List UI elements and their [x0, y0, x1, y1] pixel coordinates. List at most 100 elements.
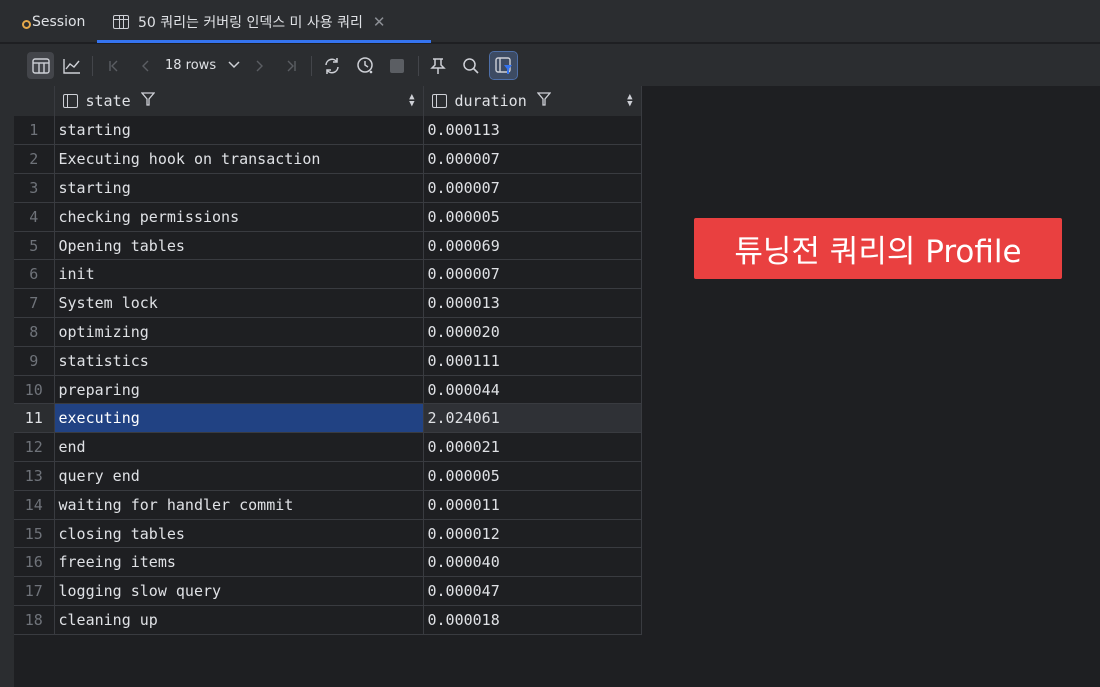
cell-state[interactable]: Opening tables [54, 231, 424, 261]
table-row[interactable]: 11 executing 2.024061 [14, 403, 642, 434]
table-row[interactable]: 8 optimizing 0.000020 [14, 317, 642, 347]
table-row[interactable]: 10 preparing 0.000044 [14, 375, 642, 405]
table-view-button[interactable] [27, 52, 54, 79]
first-page-button[interactable] [100, 52, 127, 79]
row-number[interactable]: 9 [14, 346, 55, 376]
cell-duration[interactable]: 0.000007 [423, 144, 642, 175]
cell-state[interactable]: logging slow query [54, 576, 424, 607]
row-number[interactable]: 11 [14, 403, 55, 434]
cell-duration[interactable]: 0.000005 [423, 461, 642, 491]
cell-duration[interactable]: 0.000011 [423, 490, 642, 520]
row-number[interactable]: 2 [14, 144, 55, 175]
last-page-button[interactable] [277, 52, 304, 79]
sort-icon[interactable]: ▲ ▼ [627, 93, 632, 109]
cell-duration[interactable]: 0.000013 [423, 288, 642, 319]
cell-duration[interactable]: 0.000040 [423, 547, 642, 578]
cell-state[interactable]: statistics [54, 346, 424, 376]
table-row[interactable]: 4 checking permissions 0.000005 [14, 202, 642, 232]
row-number[interactable]: 3 [14, 173, 55, 203]
cell-duration[interactable]: 0.000069 [423, 231, 642, 261]
pin-tab-button[interactable] [424, 52, 451, 79]
cell-duration[interactable]: 0.000020 [423, 317, 642, 347]
column-header-state[interactable]: state ▲ ▼ [54, 86, 424, 116]
row-number[interactable]: 4 [14, 202, 55, 232]
close-icon[interactable]: ✕ [373, 13, 386, 31]
cell-state[interactable]: starting [54, 116, 424, 146]
cell-state[interactable]: end [54, 432, 424, 463]
cell-duration[interactable]: 0.000021 [423, 432, 642, 463]
previous-page-button[interactable] [132, 52, 159, 79]
row-number[interactable]: 15 [14, 519, 55, 549]
result-table[interactable]: state ▲ ▼ duration ▲ ▼ 1 starting 0.0001… [14, 86, 642, 635]
tab-query-result[interactable]: 50 쿼리는 커버링 인덱스 미 사용 쿼리 ✕ [97, 0, 431, 43]
row-number[interactable]: 12 [14, 432, 55, 463]
row-number[interactable]: 5 [14, 231, 55, 261]
cell-state[interactable]: starting [54, 173, 424, 203]
cell-state[interactable]: Executing hook on transaction [54, 144, 424, 175]
history-button[interactable] [352, 52, 379, 79]
cell-state[interactable]: waiting for handler commit [54, 490, 424, 520]
filter-icon[interactable] [536, 92, 552, 110]
cell-duration[interactable]: 2.024061 [423, 403, 642, 434]
sort-icon[interactable]: ▲ ▼ [409, 93, 414, 109]
table-row[interactable]: 16 freeing items 0.000040 [14, 547, 642, 578]
table-row[interactable]: 1 starting 0.000113 [14, 116, 642, 146]
tab-session[interactable]: Session [22, 0, 85, 43]
stop-icon [389, 58, 404, 73]
cell-duration[interactable]: 0.000111 [423, 346, 642, 376]
filter-icon[interactable] [140, 92, 156, 110]
line-chart-icon [62, 58, 80, 74]
row-number[interactable]: 7 [14, 288, 55, 319]
cell-state[interactable]: freeing items [54, 547, 424, 578]
table-row[interactable]: 2 Executing hook on transaction 0.000007 [14, 144, 642, 175]
table-row[interactable]: 3 starting 0.000007 [14, 173, 642, 203]
cell-duration[interactable]: 0.000018 [423, 605, 642, 635]
row-number[interactable]: 13 [14, 461, 55, 491]
row-number[interactable]: 18 [14, 605, 55, 635]
table-row[interactable]: 12 end 0.000021 [14, 432, 642, 463]
search-button[interactable] [457, 52, 484, 79]
cell-duration[interactable]: 0.000007 [423, 173, 642, 203]
cell-duration[interactable]: 0.000012 [423, 519, 642, 549]
cell-state[interactable]: System lock [54, 288, 424, 319]
search-icon [462, 57, 479, 74]
cell-state[interactable]: optimizing [54, 317, 424, 347]
row-number[interactable]: 17 [14, 576, 55, 607]
cell-duration[interactable]: 0.000007 [423, 259, 642, 290]
table-row[interactable]: 15 closing tables 0.000012 [14, 519, 642, 549]
table-row[interactable]: 13 query end 0.000005 [14, 461, 642, 491]
row-number[interactable]: 14 [14, 490, 55, 520]
row-number[interactable]: 1 [14, 116, 55, 146]
column-icon [431, 94, 447, 108]
cell-duration[interactable]: 0.000047 [423, 576, 642, 607]
stop-button[interactable] [383, 52, 410, 79]
table-row[interactable]: 5 Opening tables 0.000069 [14, 231, 642, 261]
next-page-button[interactable] [245, 52, 272, 79]
table-row[interactable]: 18 cleaning up 0.000018 [14, 605, 642, 635]
cell-state[interactable]: cleaning up [54, 605, 424, 635]
row-number[interactable]: 10 [14, 375, 55, 405]
cell-state[interactable]: preparing [54, 375, 424, 405]
table-row[interactable]: 6 init 0.000007 [14, 259, 642, 290]
filter-panel-button[interactable] [489, 51, 518, 80]
row-number[interactable]: 16 [14, 547, 55, 578]
cell-duration[interactable]: 0.000044 [423, 375, 642, 405]
refresh-button[interactable] [318, 52, 345, 79]
cell-state[interactable]: query end [54, 461, 424, 491]
cell-state[interactable]: closing tables [54, 519, 424, 549]
cell-state[interactable]: executing [54, 403, 424, 434]
cell-duration[interactable]: 0.000113 [423, 116, 642, 146]
row-number[interactable]: 6 [14, 259, 55, 290]
table-row[interactable]: 9 statistics 0.000111 [14, 346, 642, 376]
table-row[interactable]: 7 System lock 0.000013 [14, 288, 642, 319]
cell-state[interactable]: init [54, 259, 424, 290]
cell-duration[interactable]: 0.000005 [423, 202, 642, 232]
table-row[interactable]: 14 waiting for handler commit 0.000011 [14, 490, 642, 520]
toolbar-separator [92, 56, 93, 76]
table-row[interactable]: 17 logging slow query 0.000047 [14, 576, 642, 607]
column-header-duration[interactable]: duration ▲ ▼ [423, 86, 642, 116]
chart-view-button[interactable] [58, 52, 85, 79]
cell-state[interactable]: checking permissions [54, 202, 424, 232]
row-number[interactable]: 8 [14, 317, 55, 347]
page-size-dropdown[interactable]: 18 rows [165, 52, 240, 79]
